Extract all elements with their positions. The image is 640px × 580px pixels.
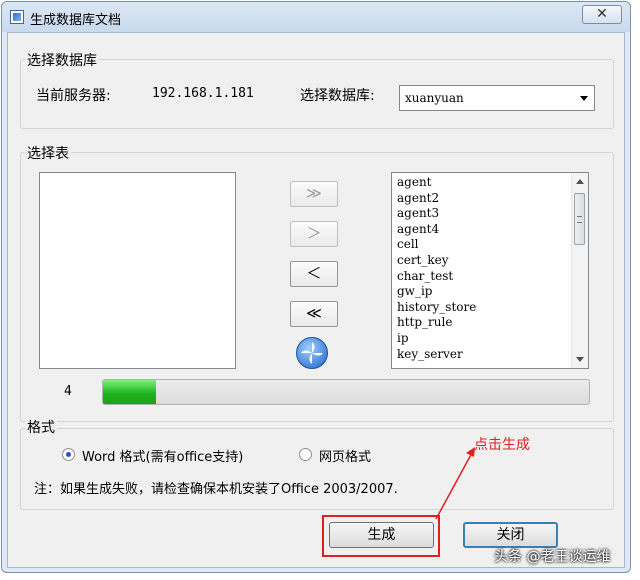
web-format-radio[interactable] [299,448,312,461]
list-item[interactable]: agent4 [392,222,571,238]
dialog-window: 生成数据库文档 ✕ 选择数据库 当前服务器: 192.168.1.181 选择数… [1,1,631,573]
word-format-radio[interactable] [62,448,75,461]
annotation-label: 点击生成 [474,437,530,453]
format-group-label: 格式 [25,417,57,437]
web-format-label[interactable]: 网页格式 [319,446,371,465]
chevron-down-icon [580,96,588,101]
scroll-down-icon[interactable] [576,357,584,362]
table-list-items: agent agent2 agent3 agent4 cell cert_key char_… [392,175,571,362]
progress-fill [103,380,157,404]
app-icon [10,10,24,24]
selected-tables-list[interactable] [39,172,236,369]
remove-button[interactable]: ＜ [290,261,338,287]
available-tables-list[interactable]: agent agent2 agent3 agent4 cell cert_key char_… [391,172,589,369]
word-format-label[interactable]: Word 格式(需有office支持) [82,446,243,465]
progress-bar [102,379,590,405]
current-server-label: 当前服务器: [36,88,111,104]
refresh-spinner-icon[interactable] [296,337,328,369]
add-button[interactable]: ＞ [290,221,338,247]
progress-count: 4 [64,384,72,399]
watermark: 头条 @老王谈运维 [494,549,611,565]
window-close-button[interactable]: ✕ [582,5,622,24]
select-database-label: 选择数据库: [300,88,375,104]
database-select-value: xuanyuan [405,91,464,105]
close-button[interactable]: 关闭 [463,522,558,548]
database-select[interactable]: xuanyuan [399,85,595,111]
install-note: 注：如果生成失败，请检查确保本机安装了Office 2003/2007. [34,482,398,497]
current-server-value: 192.168.1.181 [152,86,254,101]
list-item[interactable]: char_test [392,269,571,285]
scroll-thumb[interactable] [574,193,585,245]
list-item[interactable]: http_rule [392,315,571,331]
list-item[interactable]: cert_key [392,253,571,269]
list-item[interactable]: key_server [392,347,571,363]
table-list-scrollbar[interactable] [571,173,588,368]
dialog-body: 选择数据库 当前服务器: 192.168.1.181 选择数据库: xuanyu… [7,32,625,568]
database-group-label: 选择数据库 [25,50,99,70]
add-all-button[interactable]: ≫ [290,181,338,207]
list-item[interactable]: cell [392,237,571,253]
list-item[interactable]: agent [392,175,571,191]
list-item[interactable]: ip [392,331,571,347]
remove-all-button[interactable]: ≪ [290,301,338,327]
annotation-highlight-box [322,515,440,557]
list-item[interactable]: gw_ip [392,284,571,300]
title-bar[interactable]: 生成数据库文档 ✕ [2,2,630,32]
list-item[interactable]: agent2 [392,191,571,207]
list-item[interactable]: agent3 [392,206,571,222]
window-title: 生成数据库文档 [30,13,122,28]
table-group-label: 选择表 [25,143,71,163]
list-item[interactable]: history_store [392,300,571,316]
scroll-up-icon[interactable] [576,179,584,184]
annotation-arrow-icon [435,447,475,520]
